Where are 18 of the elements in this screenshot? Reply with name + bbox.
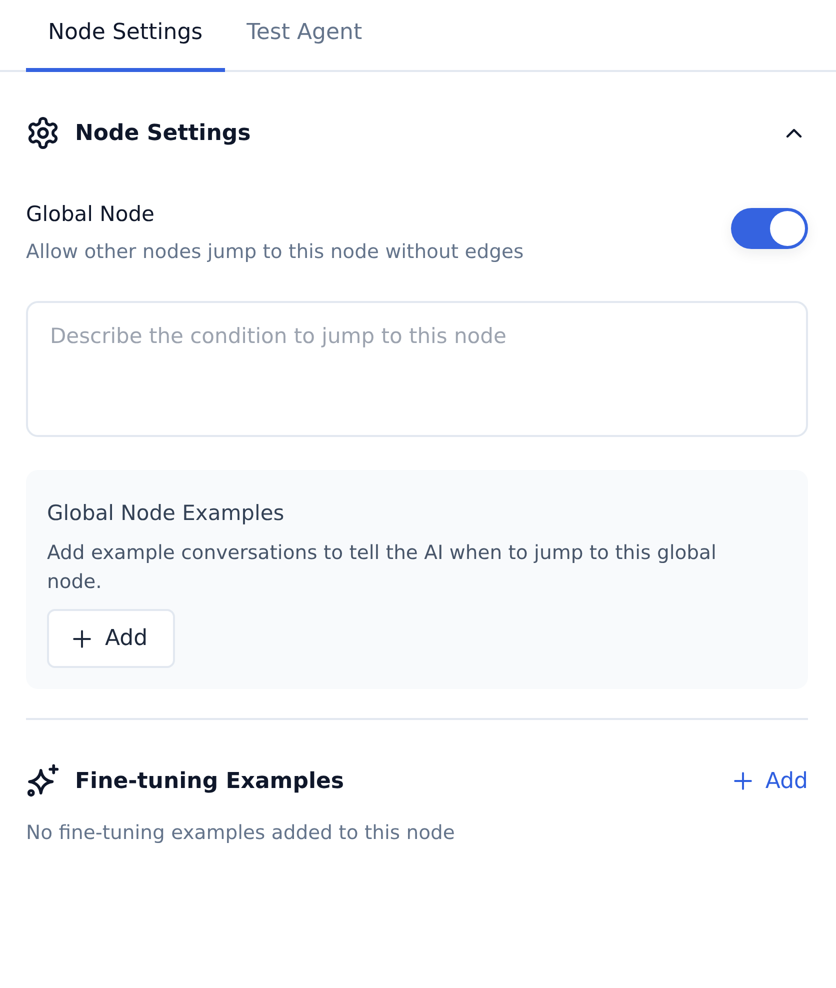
- gear-icon: [27, 117, 59, 149]
- add-link[interactable]: Add: [734, 768, 808, 794]
- card-description: Add example conversations to tell the AI when to jump to this global node.: [47, 540, 718, 595]
- add-button[interactable]: Add: [47, 609, 175, 668]
- setting-description: Allow other nodes jump to this node without edges: [26, 239, 524, 265]
- sparkle-icon: [26, 764, 60, 798]
- tab[interactable]: Node Settings: [26, 0, 225, 72]
- tab[interactable]: Test Agent: [224, 0, 384, 72]
- chevron-up-icon[interactable]: [786, 128, 802, 138]
- empty-message: No fine-tuning examples added to this node: [26, 820, 456, 846]
- card-title: Global Node Examples: [47, 500, 286, 527]
- toggle-switch[interactable]: [731, 208, 808, 249]
- condition-field[interactable]: Describe the condition to jump to this node: [26, 301, 808, 437]
- plus-icon: [73, 630, 91, 648]
- plus-icon: [734, 772, 752, 790]
- setting-label: Global Node: [26, 201, 156, 228]
- section-title: Fine-tuning Examples: [75, 768, 346, 794]
- section-title: Node Settings: [75, 120, 252, 146]
